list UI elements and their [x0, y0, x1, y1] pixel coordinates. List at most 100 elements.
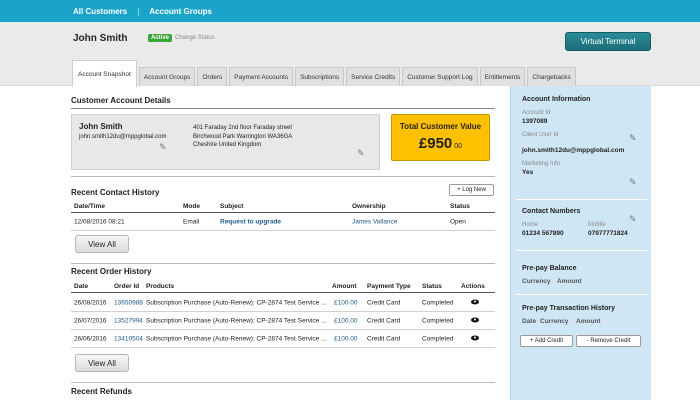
total-customer-value-box: Total Customer Value £950 00: [391, 114, 490, 161]
col-amount: Amount: [332, 283, 357, 290]
account-id-label: Account Id: [522, 110, 551, 116]
pencil-icon[interactable]: ✎: [629, 134, 638, 143]
order-id-link[interactable]: 13527994: [114, 317, 143, 324]
recent-contact-history-title: Recent Contact History: [71, 188, 160, 197]
main-content: Customer Account Details John Smith john…: [71, 86, 495, 400]
details-name: John Smith: [79, 122, 123, 131]
col-subject: Subject: [220, 203, 244, 210]
tab-service-credits[interactable]: Service Credits: [346, 67, 401, 86]
customer-details-box: John Smith john.smith12du@mppglobal.com …: [71, 114, 380, 170]
col-actions: Actions: [461, 283, 485, 290]
contact-subject-link[interactable]: Request to upgrade: [220, 218, 281, 225]
prepay-balance-title: Pre-pay Balance: [522, 265, 577, 272]
view-all-orders-button[interactable]: View All: [75, 354, 129, 372]
top-nav: All Customers | Account Groups: [0, 0, 700, 22]
client-user-id-label: Client User Id: [522, 132, 559, 138]
contact-datetime: 12/08/2016 08:21: [74, 218, 125, 225]
order-payment-type: Credit Card: [367, 335, 401, 342]
change-status-link[interactable]: Change Status: [175, 35, 215, 41]
log-new-button[interactable]: + Log New: [449, 184, 494, 196]
account-id-value: 1397089: [522, 118, 548, 125]
order-status: Completed: [422, 299, 454, 306]
contact-status: Open: [450, 218, 466, 225]
details-email: john.smith12du@mppglobal.com: [79, 134, 167, 140]
recent-refunds-title: Recent Refunds: [71, 387, 132, 396]
nav-account-groups[interactable]: Account Groups: [149, 7, 212, 16]
add-credit-button[interactable]: + Add Credit: [520, 335, 573, 347]
pencil-icon[interactable]: ✎: [159, 143, 168, 152]
eye-icon[interactable]: [471, 335, 479, 342]
tcv-pence: 00: [454, 143, 463, 150]
recent-order-history-title: Recent Order History: [71, 267, 152, 276]
contact-ownership-link[interactable]: James Vallance: [352, 218, 397, 225]
marketing-info-value: Yes: [522, 169, 534, 176]
table-row[interactable]: 26/06/2016 13410504 Subscription Purchas…: [71, 330, 495, 348]
order-product: Subscription Purchase (Auto-Renew): CP-2…: [146, 299, 327, 306]
nav-separator: |: [137, 6, 140, 16]
order-date: 26/07/2016: [74, 317, 107, 324]
col-ownership: Ownership: [352, 203, 386, 210]
order-date: 26/06/2016: [74, 335, 107, 342]
prepay-tx-col-currency: Currency: [540, 318, 569, 325]
pencil-icon[interactable]: ✎: [357, 149, 366, 158]
nav-all-customers[interactable]: All Customers: [73, 7, 127, 16]
table-row[interactable]: 26/07/2016 13527994 Subscription Purchas…: [71, 312, 495, 330]
tab-subscriptions[interactable]: Subscriptions: [295, 67, 345, 86]
home-label: Home: [522, 222, 539, 228]
tcv-main: £950: [418, 135, 453, 152]
virtual-terminal-button[interactable]: Virtual Terminal: [565, 32, 651, 51]
col-datetime: Date/Time: [74, 203, 105, 210]
tab-orders[interactable]: Orders: [197, 67, 228, 86]
address-line: 401 Faraday 2nd floor Faraday street: [193, 125, 293, 131]
tab-payment-accounts[interactable]: Payment Accounts: [229, 67, 294, 86]
section-divider: [71, 263, 495, 264]
eye-icon[interactable]: [471, 317, 479, 324]
customer-name: John Smith: [73, 33, 128, 44]
order-status: Completed: [422, 317, 454, 324]
order-amount: £100.00: [334, 299, 358, 306]
sidebar-divider: [516, 250, 647, 251]
address-line: Birchwood Park Warrington WA36GA: [193, 133, 293, 140]
col-payment-type: Payment Type: [367, 283, 411, 290]
prepay-tx-col-date: Date: [522, 318, 537, 325]
customer-header: John Smith Active Change Status Virtual …: [0, 22, 700, 87]
tab-account-groups[interactable]: Account Groups: [138, 67, 196, 86]
table-row[interactable]: 12/08/2016 08:21 Email Request to upgrad…: [71, 213, 495, 231]
tcv-title: Total Customer Value: [399, 122, 482, 131]
table-header: Date Order Id Products Amount Payment Ty…: [71, 281, 495, 293]
table-header: Date/Time Mode Subject Ownership Status: [71, 201, 495, 213]
tab-account-snapshot[interactable]: Account Snapshot: [72, 60, 137, 87]
address-line: Cheshire United Kingdom: [193, 142, 262, 148]
tab-entitlements[interactable]: Entitlements: [479, 67, 526, 86]
col-products: Products: [146, 283, 175, 290]
view-all-contacts-button[interactable]: View All: [75, 235, 129, 253]
prepay-tx-col-amount: Amount: [576, 318, 601, 325]
col-mode: Mode: [183, 203, 200, 210]
mobile-label: Mobile: [588, 222, 606, 228]
tcv-amount: £950 00: [392, 135, 489, 152]
pencil-icon[interactable]: ✎: [629, 178, 638, 187]
table-row[interactable]: 26/08/2016 13650988 Subscription Purchas…: [71, 294, 495, 312]
col-status: Status: [422, 283, 442, 290]
tab-chargebacks[interactable]: Chargebacks: [527, 67, 576, 86]
eye-icon[interactable]: [471, 299, 479, 306]
contact-numbers-title: Contact Numbers: [522, 208, 581, 215]
tab-customer-support-log[interactable]: Customer Support Log: [402, 67, 478, 86]
section-divider: [71, 176, 495, 177]
order-id-link[interactable]: 13650988: [114, 299, 143, 306]
sidebar-divider: [516, 199, 647, 200]
order-payment-type: Credit Card: [367, 317, 401, 324]
contact-mode: Email: [183, 218, 200, 225]
marketing-info-label: Marketing Info: [522, 161, 561, 167]
remove-credit-button[interactable]: - Remove Credit: [576, 335, 641, 347]
prepay-col-amount: Amount: [557, 278, 582, 285]
prepay-col-currency: Currency: [522, 278, 551, 285]
order-payment-type: Credit Card: [367, 299, 401, 306]
order-product: Subscription Purchase (Auto-Renew): CP-2…: [146, 335, 327, 342]
order-product: Subscription Purchase (Auto-Renew): CP-2…: [146, 317, 327, 324]
pencil-icon[interactable]: ✎: [629, 215, 638, 224]
section-divider: [71, 108, 495, 109]
account-sidebar: Account Information Account Id 1397089 C…: [510, 86, 651, 400]
order-id-link[interactable]: 13410504: [114, 335, 143, 342]
col-date: Date: [74, 283, 89, 290]
